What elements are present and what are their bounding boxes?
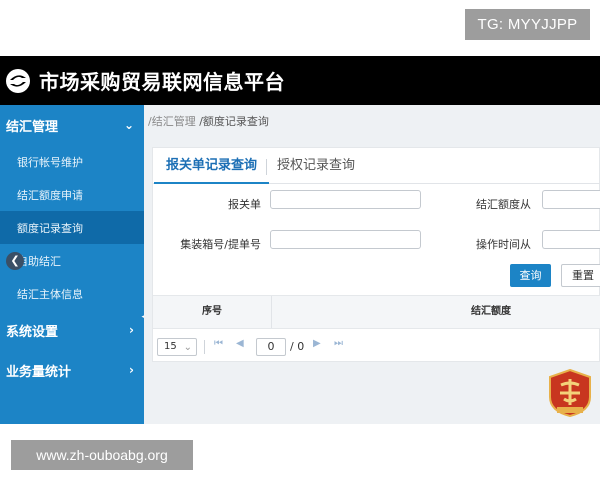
quota-from-label: 结汇额度从 bbox=[476, 198, 531, 211]
tab-authorization-record[interactable]: 授权记录查询 bbox=[265, 148, 367, 184]
app-title: 市场采购贸易联网信息平台 bbox=[39, 70, 285, 94]
page-total: / 0 bbox=[290, 340, 305, 353]
query-panel: 报关单记录查询 授权记录查询 报关单 结汇额度从 集装箱号/提单号 操作时间从 … bbox=[152, 147, 600, 362]
container-input[interactable] bbox=[270, 230, 421, 249]
optime-from-label: 操作时间从 bbox=[476, 238, 531, 251]
sidebar-item-fx-entity[interactable]: 结汇主体信息 bbox=[0, 277, 144, 310]
last-page-icon[interactable]: ⏭ bbox=[334, 338, 343, 349]
sidebar-item-label: 结汇额度申请 bbox=[17, 188, 83, 202]
sidebar-item-label: 银行帐号维护 bbox=[17, 155, 83, 169]
sidebar-item-quota-apply[interactable]: 结汇额度申请 bbox=[0, 178, 144, 211]
customs-label: 报关单 bbox=[228, 198, 261, 211]
sidebar-group-label: 系统设置 bbox=[6, 324, 59, 340]
customs-input[interactable] bbox=[270, 190, 421, 209]
breadcrumb-item[interactable]: /结汇管理 bbox=[148, 115, 196, 128]
optime-from-input[interactable] bbox=[542, 230, 600, 249]
sidebar: 结汇管理 ⌄ 银行帐号维护 结汇额度申请 额度记录查询 ❮ 自助结汇 结汇主体信… bbox=[0, 105, 144, 424]
sidebar-item-label: 结汇主体信息 bbox=[17, 287, 83, 301]
tab-bar: 报关单记录查询 授权记录查询 bbox=[153, 148, 600, 184]
chevron-down-icon: ⌄ bbox=[123, 118, 134, 132]
pager-divider bbox=[204, 340, 205, 354]
chevron-right-icon: › bbox=[129, 323, 134, 337]
screen: TG: MYYJJPP 市场采购贸易联网信息平台 结汇管理 ⌄ 银行帐号维护 结… bbox=[0, 0, 600, 480]
watermark-top: TG: MYYJJPP bbox=[465, 9, 590, 40]
app-header: 市场采购贸易联网信息平台 bbox=[0, 56, 600, 105]
government-emblem-icon bbox=[549, 369, 591, 417]
tab-customs-record[interactable]: 报关单记录查询 bbox=[154, 148, 270, 184]
sidebar-item-quota-record[interactable]: 额度记录查询 bbox=[0, 211, 144, 244]
reset-button[interactable]: 重置 bbox=[561, 264, 600, 287]
column-header-quota: 结汇额度 bbox=[471, 306, 511, 317]
sidebar-item-self-service-fx[interactable]: ❮ 自助结汇 bbox=[0, 244, 144, 277]
pagination: 15 ⌄ ⏮ ◀ 0 / 0 ▶ ⏭ bbox=[153, 329, 600, 363]
chevron-right-icon: › bbox=[129, 363, 134, 377]
next-page-icon[interactable]: ▶ bbox=[313, 338, 321, 349]
sidebar-group-system-settings[interactable]: 系统设置 › bbox=[0, 310, 144, 350]
sidebar-item-bank-account[interactable]: 银行帐号维护 bbox=[0, 145, 144, 178]
sidebar-group-fx-management[interactable]: 结汇管理 ⌄ bbox=[0, 105, 144, 145]
page-size-value: 15 bbox=[164, 341, 177, 352]
first-page-icon[interactable]: ⏮ bbox=[214, 338, 223, 349]
collapse-left-icon[interactable]: ❮ bbox=[6, 251, 24, 270]
table-header: 序号 结汇额度 bbox=[153, 295, 600, 329]
container-label: 集装箱号/提单号 bbox=[180, 238, 261, 251]
main-content: /结汇管理 /额度记录查询 报关单记录查询 授权记录查询 报关单 结汇额度从 集… bbox=[144, 105, 600, 424]
breadcrumb: /结汇管理 /额度记录查询 bbox=[148, 113, 269, 129]
quota-from-input[interactable] bbox=[542, 190, 600, 209]
sidebar-item-label: 额度记录查询 bbox=[17, 221, 83, 235]
sidebar-group-label: 业务量统计 bbox=[6, 364, 72, 380]
page-size-select[interactable]: 15 ⌄ bbox=[157, 338, 197, 356]
prev-page-icon[interactable]: ◀ bbox=[236, 338, 244, 349]
column-header-index: 序号 bbox=[202, 306, 222, 317]
watermark-bottom: www.zh-ouboabg.org bbox=[11, 440, 193, 470]
query-button[interactable]: 查询 bbox=[510, 264, 551, 287]
page-number-input[interactable]: 0 bbox=[256, 338, 286, 356]
sidebar-group-business-stats[interactable]: 业务量统计 › bbox=[0, 350, 144, 390]
chevron-down-icon: ⌄ bbox=[183, 342, 192, 353]
sidebar-group-label: 结汇管理 bbox=[6, 119, 59, 135]
platform-logo-icon bbox=[6, 68, 30, 93]
breadcrumb-current: /额度记录查询 bbox=[199, 115, 269, 128]
